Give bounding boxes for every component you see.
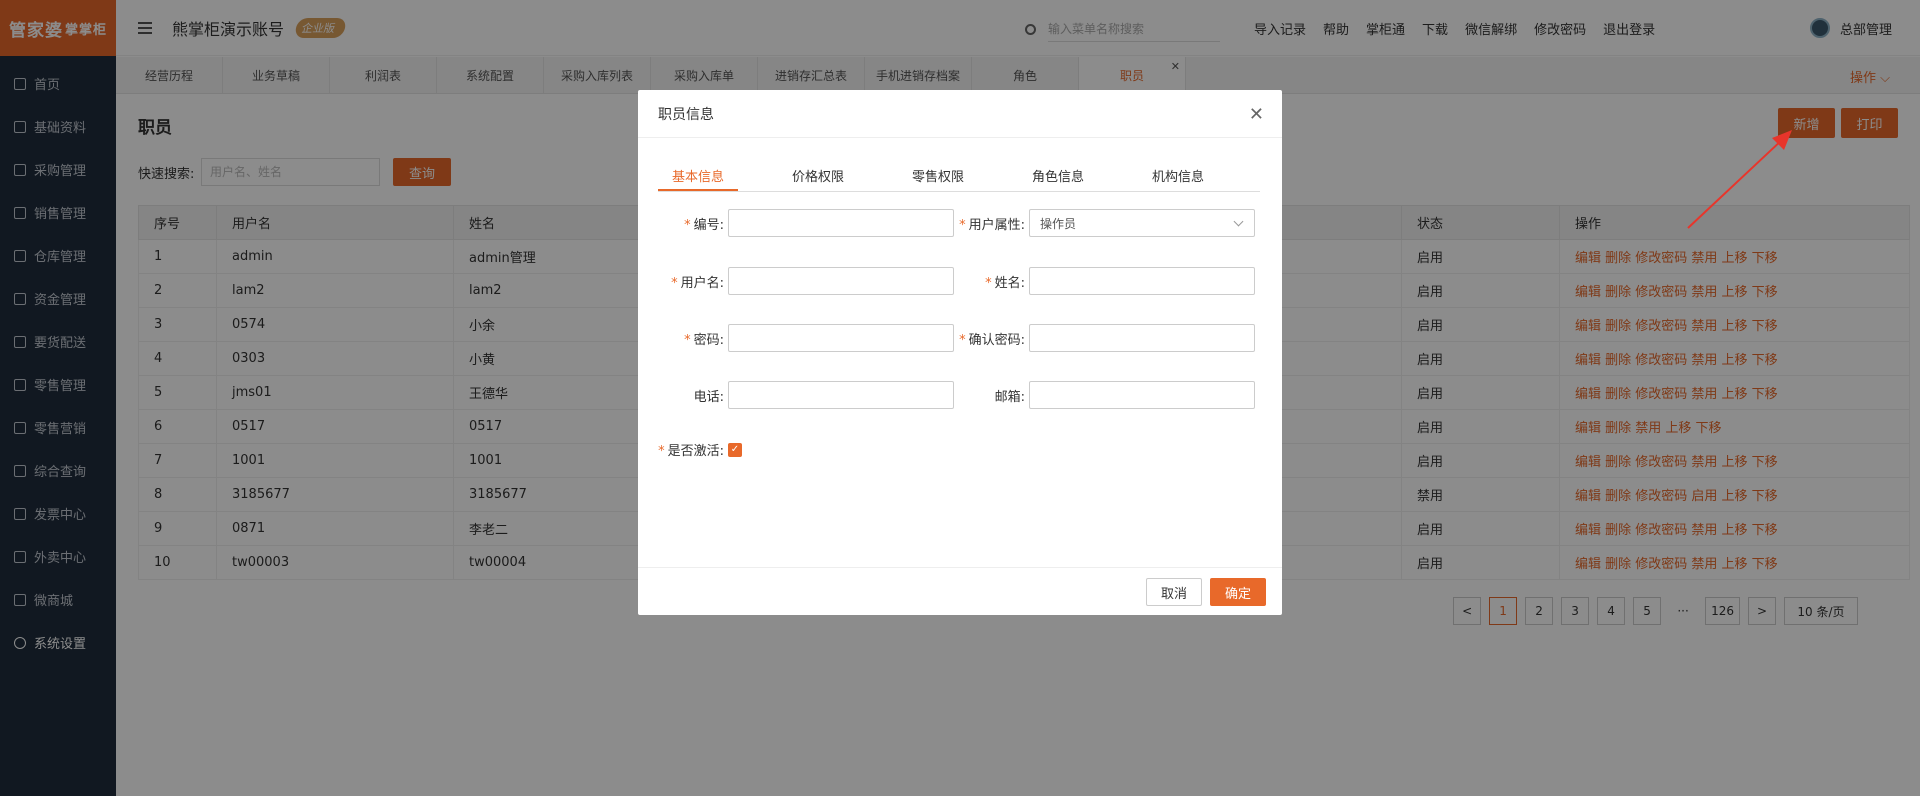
active-row: * 是否激活: ✓ (656, 440, 742, 459)
name-field[interactable] (1029, 267, 1255, 295)
active-checkbox[interactable]: ✓ (728, 442, 742, 457)
username-label: 用户名: (680, 275, 724, 291)
tab-price-permission[interactable]: 价格权限 (758, 162, 878, 191)
arrow-annotation-icon (1687, 130, 1792, 229)
staff-info-dialog: 职员信息 ✕ 基本信息 价格权限 零售权限 角色信息 机构信息 * 编号: * 用户… (638, 90, 1282, 615)
dialog-footer: 取消 确定 (638, 567, 1282, 615)
email-row: 邮箱: (957, 381, 1255, 409)
code-row: * 编号: (656, 209, 954, 237)
username-row: * 用户名: (656, 267, 954, 295)
code-label: 编号: (693, 217, 724, 233)
attr-label: 用户属性: (968, 217, 1025, 233)
dialog-tabs: 基本信息 价格权限 零售权限 角色信息 机构信息 (658, 162, 1260, 192)
chevron-down-icon (1233, 216, 1244, 227)
dialog-title: 职员信息 (658, 106, 714, 123)
phone-field[interactable] (728, 381, 954, 409)
cancel-button[interactable]: 取消 (1146, 578, 1202, 606)
active-label: 是否激活: (667, 444, 724, 459)
tab-retail-permission[interactable]: 零售权限 (878, 162, 998, 191)
tab-org-info[interactable]: 机构信息 (1118, 162, 1238, 191)
phone-label: 电话: (693, 389, 724, 405)
dialog-header: 职员信息 (638, 90, 1282, 138)
close-icon[interactable]: ✕ (1249, 104, 1264, 125)
name-label: 姓名: (994, 275, 1025, 291)
attr-row: * 用户属性: 操作员 (957, 209, 1255, 237)
email-field[interactable] (1029, 381, 1255, 409)
confirm-label: 确认密码: (968, 332, 1025, 348)
confirm-password-field[interactable] (1029, 324, 1255, 352)
password-label: 密码: (693, 332, 724, 348)
confirm-row: * 确认密码: (957, 324, 1255, 352)
password-field[interactable] (728, 324, 954, 352)
email-label: 邮箱: (994, 389, 1025, 405)
password-row: * 密码: (656, 324, 954, 352)
name-row: * 姓名: (957, 267, 1255, 295)
user-attr-select[interactable]: 操作员 (1029, 209, 1255, 237)
ok-button[interactable]: 确定 (1210, 578, 1266, 606)
tab-basic-info[interactable]: 基本信息 (658, 162, 738, 191)
code-field[interactable] (728, 209, 954, 237)
username-field[interactable] (728, 267, 954, 295)
phone-row: 电话: (656, 381, 954, 409)
tab-role-info[interactable]: 角色信息 (998, 162, 1118, 191)
